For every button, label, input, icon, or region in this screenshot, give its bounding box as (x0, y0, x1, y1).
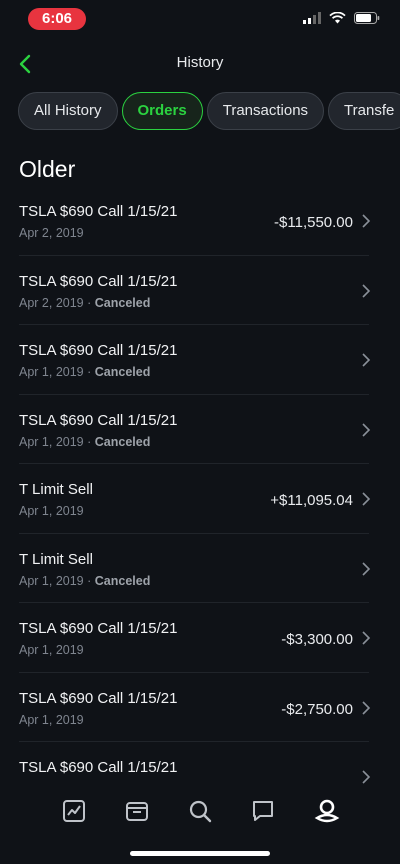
order-amount: +$11,095.04 (270, 492, 353, 509)
status-time: 6:06 (28, 8, 86, 30)
order-date: Apr 1, 2019 (19, 365, 84, 379)
order-row[interactable]: TSLA $690 Call 1/15/21 Apr 2, 2019 -$11,… (19, 186, 371, 256)
chevron-right-icon (362, 700, 371, 715)
order-meta: Apr 1, 2019 · Canceled (19, 434, 151, 449)
order-meta: Apr 2, 2019 (19, 226, 84, 240)
order-amount: -$2,750.00 (281, 700, 353, 718)
wifi-icon (329, 12, 346, 24)
order-date: Apr 2, 2019 (19, 226, 84, 240)
order-title: TSLA $690 Call 1/15/21 (19, 689, 178, 707)
order-row[interactable]: TSLA $690 Call 1/15/21 Apr 1, 2019 -$3,3… (19, 603, 371, 673)
order-row[interactable]: TSLA $690 Call 1/15/21 Apr 1, 2019 · Can… (19, 395, 371, 464)
chart-icon (63, 800, 85, 822)
order-meta: Apr 1, 2019 (19, 504, 84, 518)
nav-cash[interactable] (124, 798, 150, 824)
filter-tabs: All History Orders Transactions Transfe (18, 92, 400, 134)
chevron-right-icon (362, 770, 371, 784)
signal-icon (303, 12, 321, 24)
chevron-right-icon (362, 631, 371, 645)
chat-icon (253, 801, 273, 821)
order-status: Canceled (94, 573, 151, 588)
nav-account[interactable] (314, 798, 340, 824)
orders-list: TSLA $690 Call 1/15/21 Apr 2, 2019 -$11,… (0, 186, 400, 786)
nav-search[interactable] (187, 798, 213, 824)
order-title: TSLA $690 Call 1/15/21 (19, 203, 178, 220)
order-meta: Apr 1, 2019 (19, 713, 84, 727)
wallet-icon (126, 802, 148, 821)
order-status: Canceled (94, 295, 151, 310)
order-meta: Apr 1, 2019 · Canceled (19, 573, 151, 588)
order-date: Apr 1, 2019 (19, 712, 84, 727)
order-title: T Limit Sell (19, 550, 93, 568)
chevron-right-icon (362, 214, 371, 228)
order-date: Apr 2, 2019 (19, 295, 84, 310)
order-row[interactable]: TSLA $690 Call 1/15/21 Apr 1, 2019 -$2,7… (19, 673, 371, 742)
status-icons (303, 12, 380, 24)
chevron-right-icon (362, 353, 371, 367)
page-title: History (176, 54, 224, 71)
order-meta: Apr 1, 2019 (19, 643, 84, 657)
order-amount: -$11,550.00 (274, 214, 353, 231)
order-row[interactable]: TSLA $690 Call 1/15/21 (19, 742, 371, 786)
chevron-right-icon (362, 492, 371, 506)
order-title: TSLA $690 Call 1/15/21 (19, 620, 178, 637)
order-date: Apr 1, 2019 (19, 434, 84, 449)
order-title: TSLA $690 Call 1/15/21 (19, 411, 178, 429)
home-indicator (130, 851, 270, 856)
tab-transactions[interactable]: Transactions (206, 92, 325, 130)
status-bar: 6:06 (0, 0, 400, 40)
nav-header: History (0, 44, 400, 84)
nav-messages[interactable] (250, 798, 276, 824)
order-date: Apr 1, 2019 (19, 573, 84, 588)
search-icon (189, 800, 212, 823)
chevron-right-icon (362, 283, 371, 298)
order-status: Canceled (94, 434, 151, 449)
bottom-tab-bar (0, 788, 400, 864)
order-meta: Apr 2, 2019 · Canceled (19, 295, 151, 310)
order-status: Canceled (94, 365, 151, 379)
order-row[interactable]: T Limit Sell Apr 1, 2019 · Canceled (19, 534, 371, 603)
order-date: Apr 1, 2019 (19, 643, 84, 657)
order-row[interactable]: TSLA $690 Call 1/15/21 Apr 2, 2019 · Can… (19, 256, 371, 325)
tab-transfers[interactable]: Transfe (328, 92, 400, 130)
order-title: TSLA $690 Call 1/15/21 (19, 759, 178, 776)
order-title: TSLA $690 Call 1/15/21 (19, 272, 178, 290)
chevron-right-icon (362, 422, 371, 437)
nav-investing[interactable] (61, 798, 87, 824)
section-title: Older (19, 156, 76, 182)
order-meta: Apr 1, 2019 · Canceled (19, 365, 151, 379)
order-row[interactable]: TSLA $690 Call 1/15/21 Apr 1, 2019 · Can… (19, 325, 371, 395)
battery-icon (354, 12, 380, 24)
order-date: Apr 1, 2019 (19, 504, 84, 518)
order-title: TSLA $690 Call 1/15/21 (19, 342, 178, 359)
order-title: T Limit Sell (19, 481, 93, 498)
tab-orders[interactable]: Orders (121, 92, 203, 130)
chevron-right-icon (362, 561, 371, 576)
order-amount: -$3,300.00 (281, 631, 353, 648)
account-icon (314, 799, 340, 823)
tab-all-history[interactable]: All History (18, 92, 118, 130)
order-row[interactable]: T Limit Sell Apr 1, 2019 +$11,095.04 (19, 464, 371, 534)
